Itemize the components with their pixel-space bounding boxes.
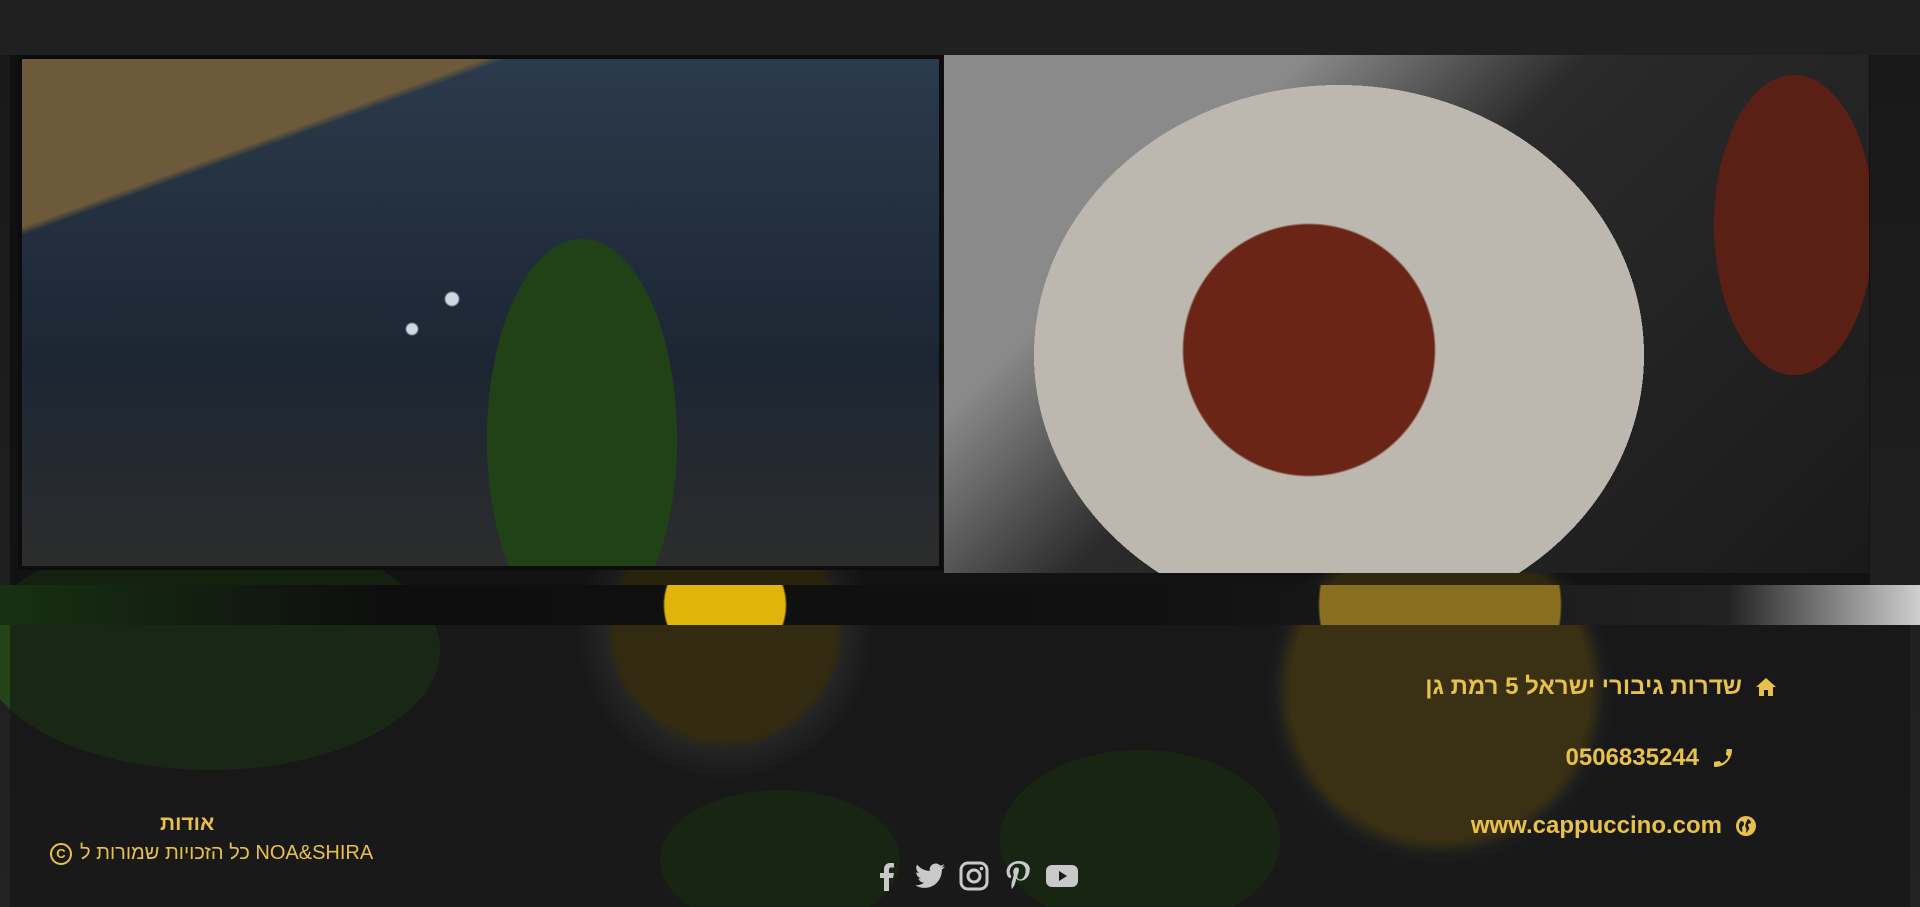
copyright-icon: C xyxy=(50,842,72,865)
twitter-icon[interactable] xyxy=(914,860,946,892)
about-link[interactable]: אודות xyxy=(160,812,214,836)
address-line: שדרות גיבורי ישראל 5 רמת גן xyxy=(1425,673,1778,701)
website-line[interactable]: www.cappuccino.com xyxy=(1471,812,1758,840)
top-bar xyxy=(0,0,1920,55)
facebook-icon[interactable] xyxy=(870,860,902,892)
decorative-strip xyxy=(0,585,1920,625)
instagram-icon[interactable] xyxy=(958,860,990,892)
address-text: שדרות גיבורי ישראל 5 רמת גן xyxy=(1425,673,1742,700)
home-icon xyxy=(1754,675,1778,699)
youtube-icon[interactable] xyxy=(1046,860,1078,892)
copyright-line: C כל הזכויות שמורות ל NOA&SHIRA xyxy=(50,842,373,865)
website-link[interactable]: www.cappuccino.com xyxy=(1471,812,1722,840)
phone-icon xyxy=(1711,746,1735,770)
copyright-text: כל הזכויות שמורות ל NOA&SHIRA xyxy=(80,842,374,864)
phone-line[interactable]: 0506835244 xyxy=(1566,744,1735,772)
restaurant-interior-photo[interactable] xyxy=(18,55,943,570)
globe-icon xyxy=(1734,814,1758,838)
pizza-sauce-photo[interactable] xyxy=(944,55,1869,573)
social-links xyxy=(870,860,1078,892)
pinterest-icon[interactable] xyxy=(1002,860,1034,892)
phone-number[interactable]: 0506835244 xyxy=(1566,744,1699,772)
